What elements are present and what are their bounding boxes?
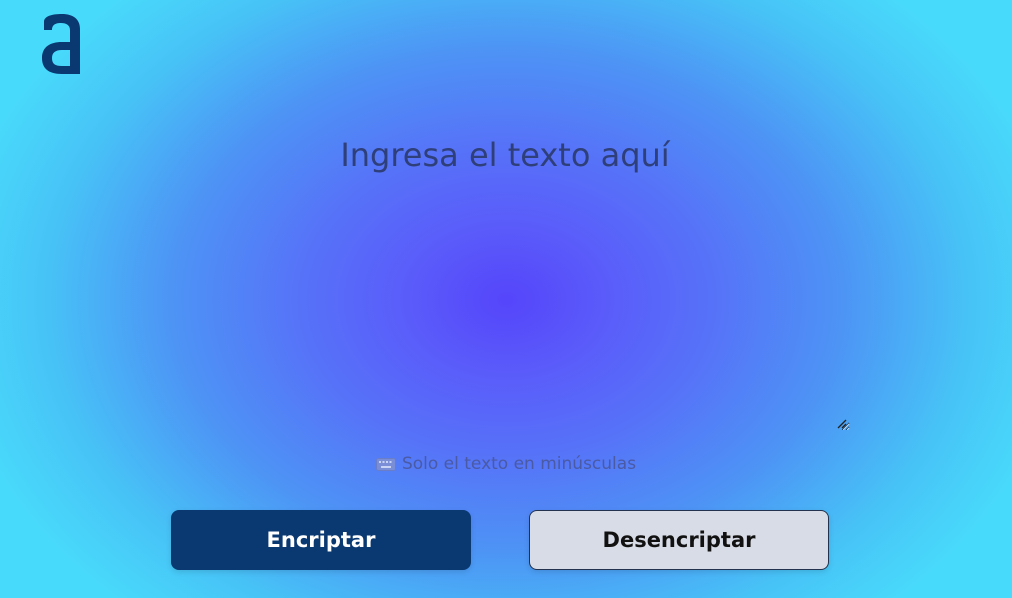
encrypt-button[interactable]: Encriptar [171, 510, 471, 570]
resize-handle-icon[interactable] [836, 418, 848, 430]
decrypt-button[interactable]: Desencriptar [529, 510, 829, 570]
keyboard-icon [375, 457, 396, 471]
hint-text-row: Solo el texto en minúsculas [0, 454, 1012, 474]
text-input[interactable] [160, 115, 850, 431]
logo-icon [42, 14, 80, 74]
hint-label: Solo el texto en minúsculas [401, 454, 637, 474]
